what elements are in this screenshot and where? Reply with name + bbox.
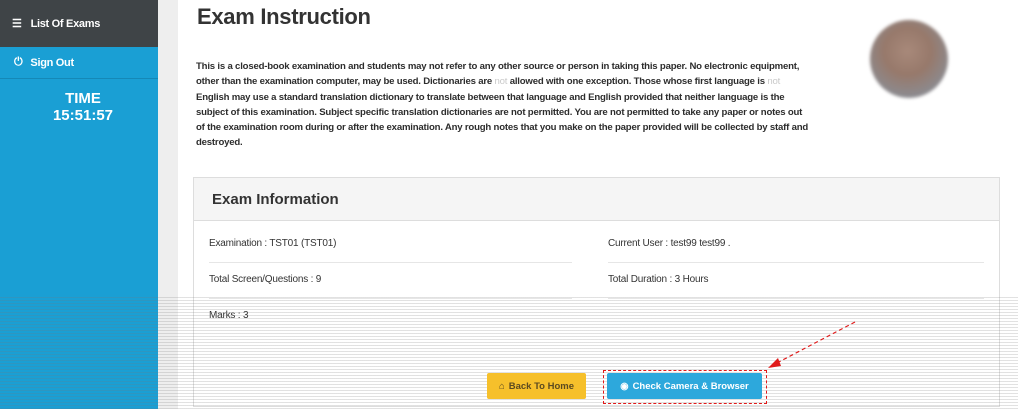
sidebar: ☰ List Of Exams ⏻ Sign Out TIME 15:51:57 (0, 0, 158, 409)
instructions-not-1: not (494, 76, 508, 88)
timer-label: TIME (65, 90, 101, 107)
total-duration-value: Total Duration : 3 Hours (608, 274, 709, 285)
power-icon: ⏻ (14, 56, 23, 68)
exam-timer: TIME 15:51:57 (0, 79, 158, 124)
total-questions-value: Total Screen/Questions : 9 (209, 274, 322, 285)
timer-value: 15:51:57 (52, 107, 114, 124)
home-icon: ⌂ (498, 380, 505, 392)
divider (608, 262, 984, 263)
check-camera-browser-button[interactable]: ◉ Check Camera & Browser (607, 373, 762, 399)
back-to-home-label: Back To Home (508, 380, 575, 392)
current-user-value: Current User : test99 test99 . (608, 238, 731, 249)
instructions-part-3: English may use a standard translation d… (196, 91, 809, 149)
instructions-part-2: allowed with one exception. Those whose … (507, 76, 768, 88)
menu-icon: ☰ (12, 18, 22, 30)
divider (608, 298, 984, 299)
sidebar-item-sign-out[interactable]: ⏻ Sign Out (0, 47, 158, 79)
main-content: Exam Instruction This is a closed-book e… (178, 0, 1018, 409)
exam-instructions: This is a closed-book examination and st… (196, 59, 811, 151)
exam-info-panel: Exam Information Examination : TST01 (TS… (193, 177, 1000, 407)
camera-icon: ◉ (620, 380, 629, 392)
page-title: Exam Instruction (197, 4, 371, 29)
marks-value: Marks : 3 (209, 310, 249, 321)
instructions-not-2: not (767, 76, 781, 88)
divider (209, 298, 572, 299)
sidebar-item-label: Sign Out (30, 56, 74, 69)
exam-info-heading: Exam Information (194, 178, 999, 221)
sidebar-item-label: List Of Exams (30, 17, 101, 30)
check-camera-browser-label: Check Camera & Browser (632, 380, 749, 392)
back-to-home-button[interactable]: ⌂ Back To Home (487, 373, 586, 399)
sidebar-item-list-of-exams[interactable]: ☰ List Of Exams (0, 0, 158, 47)
user-avatar (870, 20, 948, 98)
examination-value: Examination : TST01 (TST01) (209, 238, 337, 249)
divider (209, 262, 572, 263)
content-gutter (158, 0, 178, 409)
